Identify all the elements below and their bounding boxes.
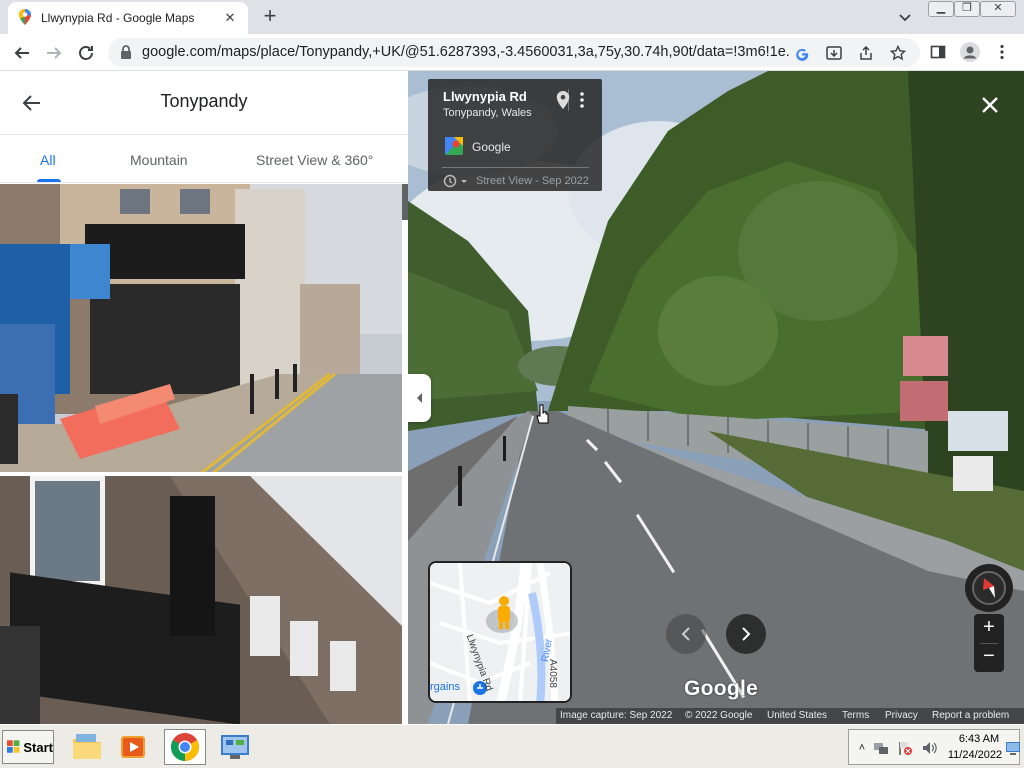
address-bar[interactable]: google.com/maps/place/Tonypandy,+UK/@51.… <box>108 38 920 67</box>
clock-time[interactable]: 6:43 AM <box>953 733 1005 745</box>
minimap-poi-label: rgains <box>430 681 460 693</box>
profile-avatar-icon[interactable] <box>958 40 982 64</box>
place-subtitle: Tonypandy, Wales <box>443 107 532 119</box>
start-label: Start <box>23 739 53 755</box>
forward-arrow-icon <box>47 47 62 59</box>
control-panel-icon[interactable] <box>214 729 256 765</box>
bookmark-star-icon[interactable] <box>888 43 908 63</box>
tab-all[interactable]: All <box>40 152 56 168</box>
location-info-card: Llwynypia Rd Tonypandy, Wales Google Str… <box>428 79 602 191</box>
photo-category-tabs: All Mountain Street View & 360° <box>0 135 408 183</box>
minimap-a-road-label: A4058 <box>547 659 558 688</box>
active-tab-indicator <box>37 179 61 182</box>
chrome-taskbar-icon[interactable] <box>164 729 206 765</box>
side-panel-icon[interactable] <box>926 40 950 64</box>
tab-close-icon[interactable]: ✕ <box>222 10 238 26</box>
tab-title: Llwynypia Rd - Google Maps <box>41 11 195 25</box>
url-text: google.com/maps/place/Tonypandy,+UK/@51.… <box>142 44 790 60</box>
maps-favicon-icon <box>18 8 32 28</box>
place-title: Tonypandy <box>160 91 248 111</box>
chevron-left-icon <box>416 393 422 403</box>
lock-icon[interactable] <box>120 45 132 62</box>
capture-date-label[interactable]: Street View - Sep 2022 <box>476 175 589 187</box>
zoom-in-button[interactable]: + <box>974 614 1004 643</box>
browser-tab[interactable]: Llwynypia Rd - Google Maps ✕ <box>8 2 248 34</box>
road-name[interactable]: Llwynypia Rd <box>443 89 527 104</box>
street-view-panorama[interactable]: Llwynypia Rd Tonypandy, Wales Google Str… <box>408 71 1024 724</box>
clock-date[interactable]: 11/24/2022 <box>945 749 1005 761</box>
start-button[interactable]: Start <box>2 730 54 764</box>
next-arrow-button[interactable] <box>726 614 766 654</box>
tab-search-chevron-icon[interactable] <box>896 8 914 26</box>
hand-cursor-icon <box>536 404 550 427</box>
mini-map[interactable]: Llwynypia Rd A4058 River rgains <box>428 561 572 703</box>
contributor-name[interactable]: Google <box>472 140 511 154</box>
volume-icon[interactable] <box>921 740 937 756</box>
terms-link[interactable]: Terms <box>842 710 869 721</box>
install-app-icon[interactable] <box>824 43 844 63</box>
new-tab-button[interactable]: + <box>258 5 282 28</box>
windows-logo-icon <box>7 740 20 753</box>
media-player-icon[interactable] <box>112 729 154 765</box>
compass-icon[interactable] <box>965 564 1013 612</box>
forward-button[interactable] <box>42 41 66 65</box>
browser-tab-strip: Llwynypia Rd - Google Maps ✕ + ▁ ❐ ✕ <box>0 0 1024 34</box>
google-watermark: Google <box>684 677 759 700</box>
zoom-out-button[interactable]: − <box>974 643 1004 672</box>
tab-street-view[interactable]: Street View & 360° <box>256 152 373 168</box>
close-street-view-icon[interactable] <box>978 93 1002 117</box>
country-link[interactable]: United States <box>767 710 827 721</box>
tab-mountain[interactable]: Mountain <box>130 152 188 168</box>
photos-side-panel: Tonypandy All Mountain Street View & 360… <box>0 71 408 724</box>
zoom-control: + − <box>974 614 1004 672</box>
image-capture-date: Image capture: Sep 2022 <box>560 710 673 721</box>
reload-button[interactable] <box>74 41 98 65</box>
location-pin-icon[interactable] <box>556 91 570 112</box>
file-explorer-icon[interactable] <box>66 729 108 765</box>
restore-window-button[interactable]: ❐ <box>954 1 980 17</box>
show-desktop-icon[interactable] <box>1005 740 1021 756</box>
browser-menu-icon[interactable] <box>990 40 1014 64</box>
time-travel-icon[interactable] <box>443 174 469 191</box>
os-taskbar: Start ˄ 6:43 AM 11/24/2022 <box>0 724 1024 768</box>
google-lens-icon[interactable] <box>792 43 812 63</box>
more-options-icon[interactable] <box>579 91 585 112</box>
attribution-footer: Image capture: Sep 2022 © 2022 Google Un… <box>556 708 1024 724</box>
close-window-button[interactable]: ✕ <box>980 1 1016 17</box>
card-separator <box>442 167 589 168</box>
copyright-text: © 2022 Google <box>685 710 753 721</box>
photo-thumbnail[interactable] <box>0 476 402 724</box>
side-panel-header: Tonypandy <box>0 71 408 135</box>
system-tray: ˄ 6:43 AM 11/24/2022 <box>848 729 1020 765</box>
back-arrow-icon <box>14 47 29 59</box>
previous-arrow-button[interactable] <box>666 614 706 654</box>
chevron-right-icon <box>742 627 751 641</box>
photo-thumbnail[interactable] <box>0 184 402 472</box>
chevron-left-icon <box>681 627 690 641</box>
network-icon[interactable] <box>873 740 889 756</box>
collapse-side-panel-button[interactable] <box>408 374 431 422</box>
share-icon[interactable] <box>856 43 876 63</box>
show-hidden-icons-icon[interactable]: ˄ <box>854 740 870 756</box>
google-maps-logo-icon <box>445 137 463 155</box>
reload-icon <box>79 46 93 60</box>
privacy-link[interactable]: Privacy <box>885 710 918 721</box>
action-center-flag-icon[interactable] <box>897 740 913 756</box>
browser-toolbar: google.com/maps/place/Tonypandy,+UK/@51.… <box>0 34 1024 71</box>
minimize-window-button[interactable]: ▁ <box>928 1 954 17</box>
report-problem-link[interactable]: Report a problem <box>932 710 1009 721</box>
back-button[interactable] <box>10 41 34 65</box>
